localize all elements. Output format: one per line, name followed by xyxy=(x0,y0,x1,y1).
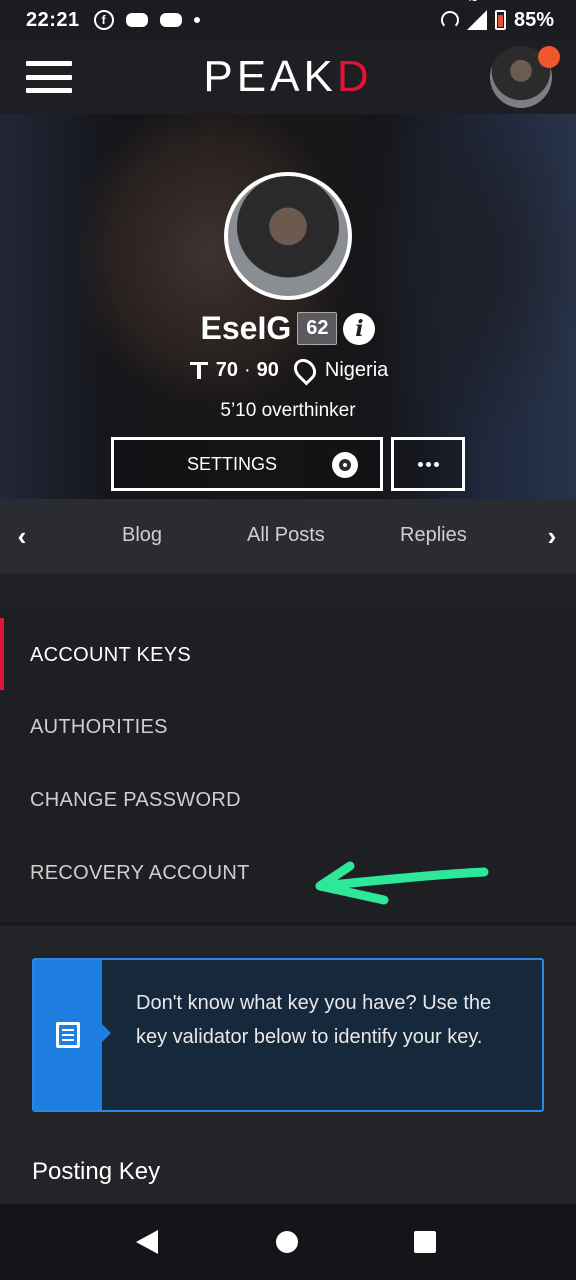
reputation-badge: 62 xyxy=(297,312,338,345)
following-count[interactable]: 90 xyxy=(257,359,279,382)
account-keys-content: Don't know what key you have? Use the ke… xyxy=(0,922,576,1204)
hamburger-menu-icon[interactable] xyxy=(26,61,72,93)
status-bar: 22:21 f 4G 85% xyxy=(0,0,576,40)
key-validator-callout: Don't know what key you have? Use the ke… xyxy=(32,958,544,1112)
profile-about: 5’10 overthinker xyxy=(220,400,356,421)
annotation-arrow xyxy=(315,861,489,905)
location-pin-icon xyxy=(289,354,321,386)
home-icon[interactable] xyxy=(276,1231,298,1253)
callout-icon-panel xyxy=(34,960,111,1110)
settings-button[interactable]: SETTINGS xyxy=(111,437,383,491)
profile-name-row: EseIG 62 i xyxy=(0,310,576,347)
profile-location: Nigeria xyxy=(324,358,389,381)
settings-button-label: SETTINGS xyxy=(187,453,278,474)
followers-count[interactable]: 70 xyxy=(216,359,238,382)
network-type: 4G xyxy=(467,0,478,3)
more-options-button[interactable] xyxy=(391,437,465,491)
tab-blog[interactable]: Blog xyxy=(122,524,162,547)
callout-text: Don't know what key you have? Use the ke… xyxy=(136,992,492,1048)
logo-text-3: K xyxy=(303,52,337,101)
profile-tabs: ‹ Blog All Posts Replies › xyxy=(0,499,576,573)
tabs-next-arrow-icon[interactable]: › xyxy=(532,521,572,552)
menu-item-authorities[interactable]: AUTHORITIES xyxy=(30,716,168,739)
battery-percent: 85% xyxy=(513,8,554,31)
tab-all-posts[interactable]: All Posts xyxy=(247,524,325,547)
back-icon[interactable] xyxy=(136,1230,158,1254)
hotspot-icon xyxy=(440,11,459,29)
menu-item-recovery-account[interactable]: RECOVERY ACCOUNT xyxy=(30,862,250,885)
logo-text-1: PE xyxy=(203,52,271,101)
signal-icon: 4G xyxy=(466,0,487,30)
notification-icons: f xyxy=(93,10,200,30)
stats-separator: · xyxy=(243,358,251,381)
system-nav-bar xyxy=(0,1204,576,1280)
app-header: PEAKD xyxy=(0,40,576,114)
profile-name: EseIG xyxy=(200,310,292,346)
status-time: 22:21 xyxy=(26,8,80,31)
profile-stats: 70 · 90 Nigeria xyxy=(0,354,576,386)
menu-item-change-password[interactable]: CHANGE PASSWORD xyxy=(30,789,241,812)
recents-icon[interactable] xyxy=(414,1231,436,1253)
notification-badge[interactable] xyxy=(538,46,560,68)
tab-replies[interactable]: Replies xyxy=(400,524,467,547)
active-indicator xyxy=(0,618,4,690)
system-icons: 4G 85% xyxy=(440,0,554,32)
gear-icon xyxy=(332,452,358,478)
followers-icon xyxy=(188,360,210,380)
document-icon xyxy=(56,1022,80,1048)
peakd-logo[interactable]: PEAKD xyxy=(203,52,372,102)
tabs-prev-arrow-icon[interactable]: ‹ xyxy=(2,521,42,552)
facebook-icon: f xyxy=(93,10,114,30)
battery-icon xyxy=(494,10,506,30)
discord-icon xyxy=(159,13,182,27)
logo-text-4: D xyxy=(336,52,373,101)
menu-item-account-keys[interactable]: ACCOUNT KEYS xyxy=(30,644,191,667)
profile-avatar[interactable] xyxy=(224,172,352,300)
discord-icon xyxy=(125,13,148,27)
ellipsis-icon xyxy=(417,461,423,467)
profile-cover: EseIG 62 i 70 · 90 Nigeria 5’10 overthin… xyxy=(0,114,576,499)
logo-text-2: A xyxy=(270,52,304,101)
section-title-posting-key: Posting Key xyxy=(32,1158,161,1185)
info-icon[interactable]: i xyxy=(343,312,376,345)
dot-icon xyxy=(193,17,200,23)
